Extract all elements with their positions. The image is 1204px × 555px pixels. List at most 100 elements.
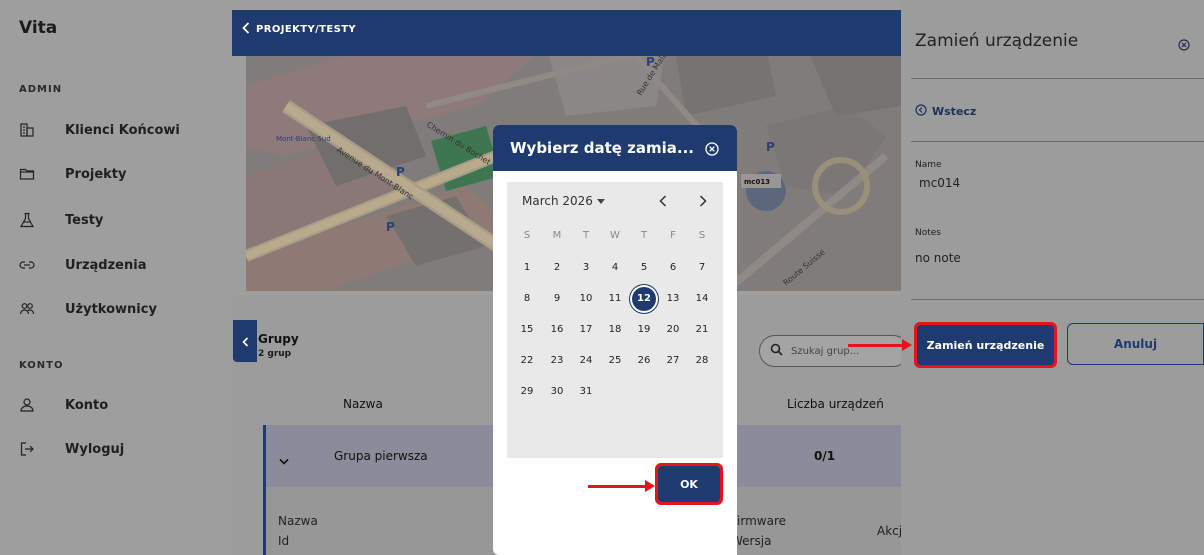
- users-icon: [18, 300, 36, 318]
- calendar-day[interactable]: 13: [661, 287, 685, 311]
- sidebar-item-projekty[interactable]: Projekty: [18, 163, 126, 185]
- sub-column-name: Nazwa: [278, 514, 318, 528]
- breadcrumb[interactable]: PROJEKTY/TESTY: [242, 22, 356, 37]
- divider: [911, 141, 1204, 142]
- link-icon: [18, 256, 36, 274]
- caret-down-icon: [596, 194, 605, 208]
- month-selector[interactable]: March 2026: [522, 194, 605, 208]
- ok-button[interactable]: OK: [655, 463, 723, 505]
- calendar-day[interactable]: 27: [661, 349, 685, 373]
- column-header-device-count[interactable]: Liczba urządzeń: [787, 397, 884, 411]
- logout-icon: [18, 440, 36, 458]
- sidebar-item-urzadzenia[interactable]: Urządzenia: [18, 254, 146, 276]
- calendar-day[interactable]: 25: [603, 349, 627, 373]
- calendar-day[interactable]: 1: [515, 256, 539, 280]
- groups-count: 2 grup: [258, 349, 292, 359]
- calendar-day[interactable]: 26: [632, 349, 656, 373]
- calendar-day[interactable]: 14: [690, 287, 714, 311]
- group-search-input[interactable]: Szukaj grup...: [759, 335, 909, 367]
- sidebar-item-uzytkownicy[interactable]: Użytkownicy: [18, 298, 157, 320]
- group-device-count: 0/1: [814, 449, 836, 463]
- annotation-arrow: [848, 339, 912, 351]
- calendar-day[interactable]: 28: [690, 349, 714, 373]
- calendar-day[interactable]: 7: [690, 256, 714, 280]
- dialog-header: Wybierz datę zamia...: [493, 125, 737, 171]
- weekday-label: M: [552, 230, 562, 241]
- sidebar-item-label: Konto: [65, 397, 109, 413]
- search-placeholder: Szukaj grup...: [791, 345, 860, 357]
- sidebar-item-label: Klienci Końcowi: [65, 122, 180, 138]
- cancel-button[interactable]: Anuluj: [1067, 323, 1204, 365]
- close-icon[interactable]: [705, 141, 719, 160]
- weekday-label: S: [698, 230, 706, 241]
- search-icon: [770, 343, 783, 359]
- calendar-day[interactable]: 31: [574, 380, 598, 404]
- calendar-day[interactable]: 9: [545, 287, 569, 311]
- calendar-day[interactable]: 15: [515, 318, 539, 342]
- weekday-label: F: [670, 230, 676, 241]
- top-bar: PROJEKTY/TESTY: [232, 10, 901, 56]
- calendar-day[interactable]: 29: [515, 380, 539, 404]
- section-konto: KONTO: [19, 360, 64, 371]
- calendar-day[interactable]: 6: [661, 256, 685, 280]
- back-button[interactable]: Wstecz: [915, 104, 976, 119]
- calendar-day[interactable]: 17: [574, 318, 598, 342]
- month-label: March 2026: [522, 194, 593, 208]
- annotation-arrow: [588, 480, 655, 492]
- calendar-day[interactable]: 11: [603, 287, 627, 311]
- selected-day[interactable]: 12: [632, 287, 656, 311]
- sidebar-item-konto[interactable]: Konto: [18, 394, 108, 416]
- building-icon: [18, 121, 36, 139]
- calendar-day[interactable]: 30: [545, 380, 569, 404]
- collapse-map-button[interactable]: [233, 320, 257, 362]
- sidebar-item-klienci[interactable]: Klienci Końcowi: [18, 119, 180, 141]
- divider: [911, 299, 1204, 300]
- calendar-day[interactable]: 21: [690, 318, 714, 342]
- weekday-label: T: [582, 230, 590, 241]
- sidebar-item-wyloguj[interactable]: Wyloguj: [18, 438, 124, 460]
- calendar-day[interactable]: 20: [661, 318, 685, 342]
- map-label-stop: Mont-Blanc Sud: [276, 135, 331, 143]
- back-label: Wstecz: [932, 105, 977, 118]
- notes-label: Notes: [915, 228, 941, 238]
- calendar-day[interactable]: 19: [632, 318, 656, 342]
- sidebar-item-label: Użytkownicy: [65, 301, 157, 317]
- sidebar-item-testy[interactable]: Testy: [18, 209, 103, 231]
- breadcrumb-text[interactable]: PROJEKTY/TESTY: [256, 24, 356, 35]
- previous-month-button[interactable]: [655, 191, 671, 211]
- name-value: mc014: [919, 176, 961, 190]
- close-icon[interactable]: [1178, 36, 1190, 55]
- map-device-label: mc013: [744, 178, 770, 186]
- svg-text:P: P: [766, 140, 775, 154]
- calendar-day[interactable]: 18: [603, 318, 627, 342]
- calendar: March 2026 SMTWTFS 1 2 3 4 5 6 7 8 9 10 11 12 13 14 15…: [507, 182, 723, 458]
- calendar-day[interactable]: 24: [574, 349, 598, 373]
- groups-title: Grupy: [258, 332, 299, 346]
- replace-device-button[interactable]: Zamień urządzenie: [914, 322, 1057, 368]
- sub-column-version: Wersja: [731, 534, 772, 548]
- svg-text:P: P: [396, 165, 405, 179]
- next-month-button[interactable]: [695, 191, 711, 211]
- calendar-day[interactable]: 4: [603, 256, 627, 280]
- calendar-day[interactable]: 10: [574, 287, 598, 311]
- svg-text:P: P: [386, 220, 395, 234]
- calendar-day[interactable]: 2: [545, 256, 569, 280]
- flask-icon: [18, 211, 36, 229]
- calendar-day[interactable]: 16: [545, 318, 569, 342]
- calendar-day[interactable]: 23: [545, 349, 569, 373]
- chevron-down-icon[interactable]: [279, 450, 289, 469]
- calendar-day[interactable]: 8: [515, 287, 539, 311]
- chevron-left-icon: [241, 332, 249, 351]
- user-icon: [18, 396, 36, 414]
- divider: [911, 78, 1204, 79]
- notes-value: no note: [915, 251, 961, 265]
- calendar-day[interactable]: 22: [515, 349, 539, 373]
- column-header-name[interactable]: Nazwa: [343, 397, 383, 411]
- svg-text:P: P: [646, 55, 655, 69]
- calendar-day[interactable]: 3: [574, 256, 598, 280]
- section-admin: ADMIN: [19, 84, 63, 95]
- folder-icon: [18, 165, 36, 183]
- calendar-day[interactable]: 5: [632, 256, 656, 280]
- chevron-left-icon[interactable]: [242, 22, 250, 37]
- sidebar-item-label: Testy: [65, 212, 104, 228]
